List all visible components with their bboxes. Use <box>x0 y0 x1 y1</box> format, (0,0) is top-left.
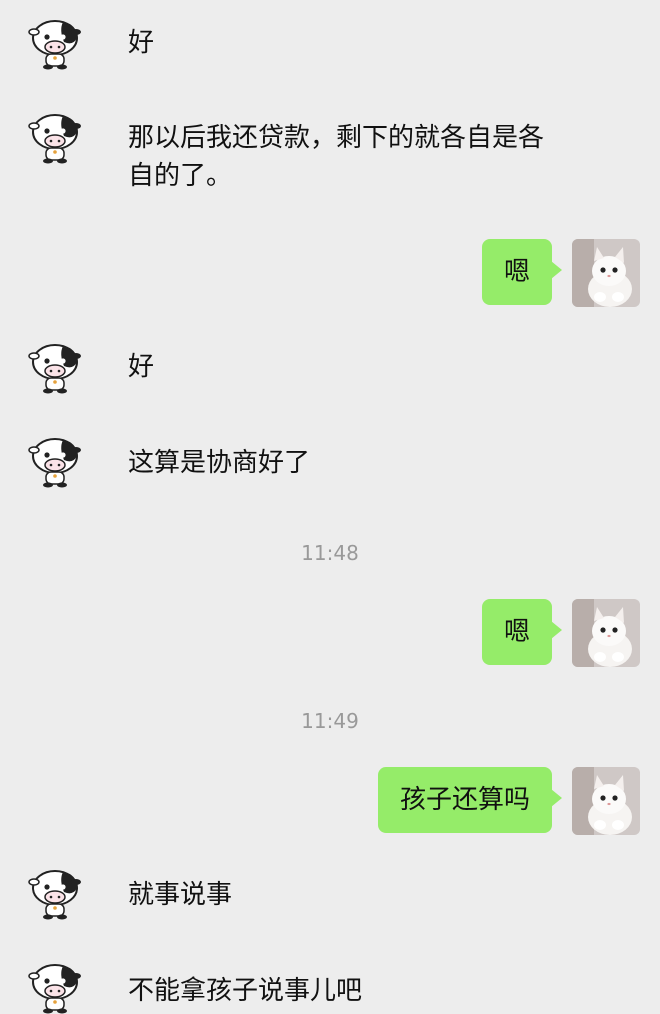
incoming-message[interactable]: 那以后我还贷款，剩下的就各自是各自的了。 <box>128 119 548 195</box>
cat-avatar-icon[interactable] <box>572 239 640 307</box>
outgoing-message[interactable]: 孩子还算吗 <box>377 767 563 833</box>
incoming-message[interactable]: 不能拿孩子说事儿吧 <box>128 972 568 1010</box>
incoming-message[interactable]: 好 <box>128 348 568 386</box>
outgoing-message[interactable]: 嗯 <box>481 599 563 665</box>
cow-avatar-icon[interactable] <box>28 340 82 394</box>
cat-avatar-icon[interactable] <box>572 767 640 835</box>
incoming-message[interactable]: 这算是协商好了 <box>128 444 568 482</box>
cow-avatar-icon[interactable] <box>28 110 82 164</box>
cow-avatar-icon[interactable] <box>28 866 82 920</box>
timestamp: 11:49 <box>301 709 359 733</box>
cow-avatar-icon[interactable] <box>28 434 82 488</box>
cat-avatar-icon[interactable] <box>572 599 640 667</box>
outgoing-message[interactable]: 嗯 <box>481 239 563 305</box>
incoming-message[interactable]: 好 <box>128 24 568 62</box>
timestamp: 11:48 <box>301 541 359 565</box>
incoming-message[interactable]: 就事说事 <box>128 876 568 914</box>
cow-avatar-icon[interactable] <box>28 16 82 70</box>
